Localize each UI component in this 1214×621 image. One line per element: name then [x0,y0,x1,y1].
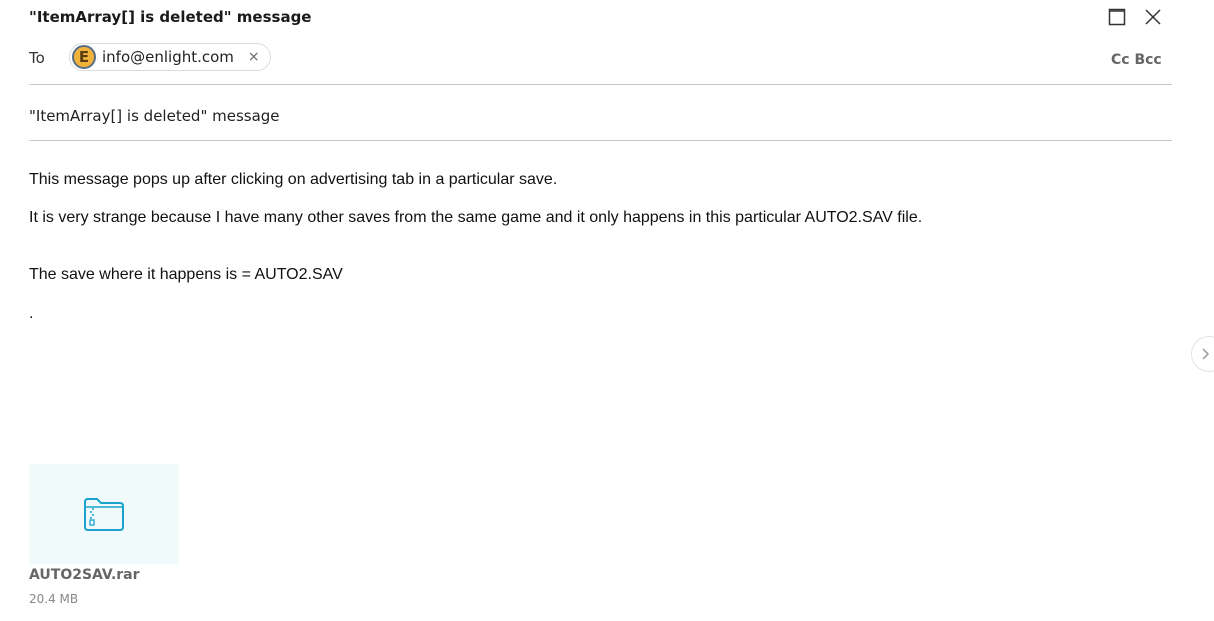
attachment-thumbnail[interactable] [29,464,179,564]
maximize-button[interactable] [1107,7,1127,27]
recipients-divider [29,84,1172,85]
body-line[interactable]: It is very strange because I have many o… [29,209,922,227]
body-line[interactable]: This message pops up after clicking on a… [29,171,557,189]
subject-divider [29,140,1172,141]
recipient-email: info@enlight.com [102,48,234,66]
remove-recipient-icon[interactable]: × [248,49,260,65]
to-label: To [29,49,45,67]
attachment-name[interactable]: AUTO2SAV.rar [29,567,140,583]
chevron-right-icon [1202,348,1210,360]
window-title: "ItemArray[] is deleted" message [29,8,312,26]
maximize-icon [1108,8,1126,26]
cc-bcc-button[interactable]: Cc Bcc [1111,52,1162,68]
body-line[interactable]: . [29,305,33,323]
recipient-chip[interactable]: E info@enlight.com × [69,43,271,71]
side-panel-toggle-button[interactable] [1191,336,1214,372]
close-button[interactable] [1143,7,1163,27]
attachment-size: 20.4 MB [29,592,79,606]
close-icon [1145,9,1161,25]
avatar: E [72,45,96,69]
zip-folder-icon [84,498,124,531]
compose-window: "ItemArray[] is deleted" message To E in… [0,0,1214,621]
subject-field[interactable]: "ItemArray[] is deleted" message [29,107,280,125]
body-line[interactable]: The save where it happens is = AUTO2.SAV [29,266,343,284]
